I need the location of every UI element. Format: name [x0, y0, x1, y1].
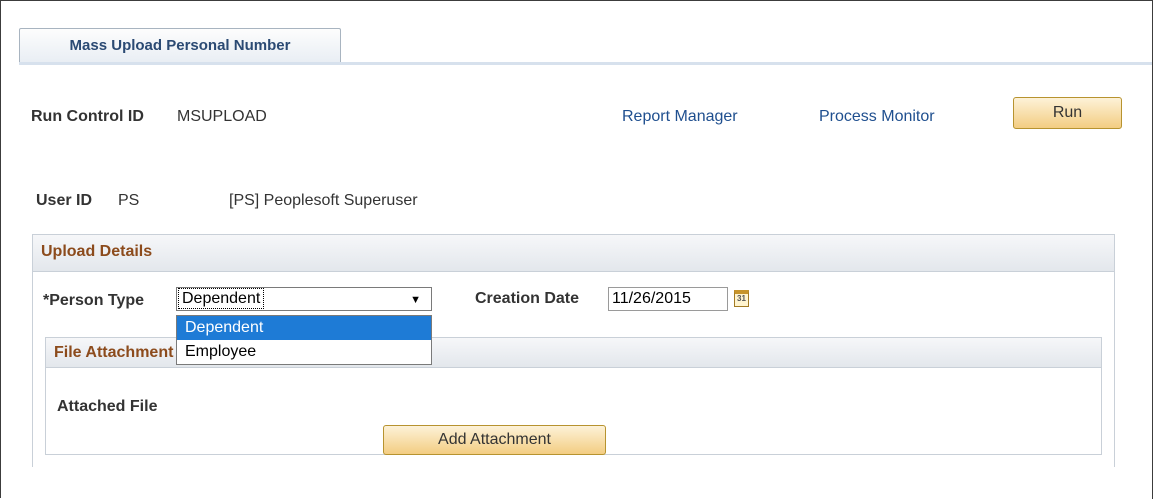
tab-mass-upload-personal-number[interactable]: Mass Upload Personal Number	[19, 28, 341, 62]
person-type-option-employee[interactable]: Employee	[177, 340, 431, 364]
upload-details-group: Upload Details	[32, 234, 1115, 272]
run-control-id-label: Run Control ID	[31, 108, 144, 125]
process-monitor-link[interactable]: Process Monitor	[819, 108, 935, 126]
user-id-label: User ID	[36, 192, 93, 209]
person-type-select[interactable]: Dependent ▼	[176, 287, 432, 311]
run-control-id-value: MSUPLOAD	[177, 108, 267, 125]
upload-details-right-border	[1114, 271, 1115, 467]
report-manager-link[interactable]: Report Manager	[622, 108, 738, 126]
person-type-selected-value: Dependent	[177, 288, 265, 309]
attached-file-label: Attached File	[57, 398, 158, 415]
upload-details-title: Upload Details	[33, 235, 1114, 271]
add-attachment-button[interactable]: Add Attachment	[383, 425, 606, 455]
tab-underline	[19, 62, 1152, 65]
person-type-label: *Person Type	[43, 292, 145, 309]
user-id-value: PS	[118, 192, 140, 209]
chevron-down-icon[interactable]: ▼	[410, 290, 421, 310]
calendar-icon[interactable]: 31	[734, 290, 749, 307]
creation-date-input[interactable]: 11/26/2015	[608, 287, 728, 311]
person-type-option-dependent[interactable]: Dependent	[177, 316, 431, 340]
upload-details-left-border	[32, 271, 33, 467]
run-button[interactable]: Run	[1013, 97, 1122, 129]
person-type-dropdown-list: Dependent Employee	[176, 315, 432, 365]
creation-date-label: Creation Date	[475, 290, 580, 307]
user-description: [PS] Peoplesoft Superuser	[229, 192, 418, 209]
